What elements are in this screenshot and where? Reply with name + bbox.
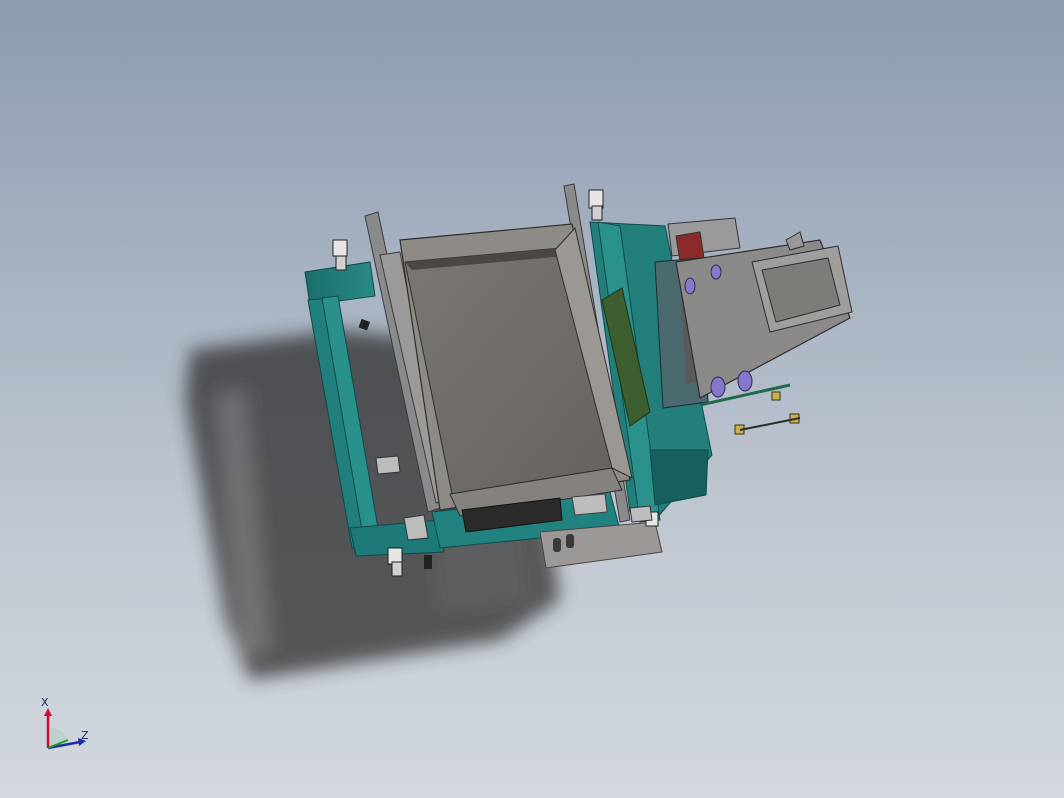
graphics-viewport[interactable]: X Z <box>0 0 1064 798</box>
bottom-bracket[interactable] <box>571 493 608 516</box>
triad-z-label: Z <box>81 729 89 742</box>
triad-x-label: X <box>41 696 49 709</box>
coordinate-triad[interactable]: X Z <box>30 696 100 758</box>
cad-model-view[interactable] <box>0 0 1064 798</box>
